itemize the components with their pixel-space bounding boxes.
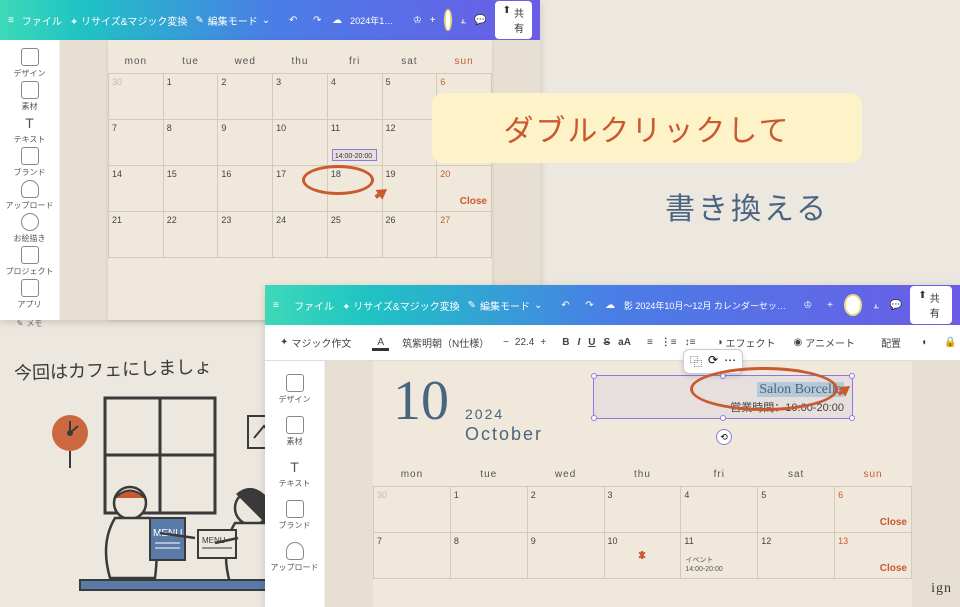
menu-icon[interactable]: ≡ xyxy=(273,300,286,311)
edit-mode[interactable]: 編集モード xyxy=(195,13,270,28)
calendar-area-1: montuewed thufrisat sun 30123456 7891011… xyxy=(60,40,540,320)
undo-icon[interactable]: ↶ xyxy=(286,15,300,26)
transparency[interactable]: ◐ xyxy=(922,337,928,348)
cal-month: October xyxy=(465,424,543,445)
cloud-icon[interactable]: ☁ xyxy=(604,300,615,311)
burst-icon xyxy=(633,551,651,569)
avatar[interactable] xyxy=(844,294,863,316)
case[interactable]: aA xyxy=(618,337,631,348)
magic-write[interactable]: ✦ マジック作文 xyxy=(275,332,356,353)
file-menu[interactable]: ファイル xyxy=(294,298,334,313)
lock[interactable]: 🔒 xyxy=(944,337,956,348)
align[interactable]: ≡ xyxy=(647,337,653,348)
plus-icon[interactable]: + xyxy=(430,15,436,26)
handwritten-caption: 今回はカフェにしましょ xyxy=(14,353,213,386)
list[interactable]: ⋮≡ xyxy=(661,337,677,348)
sidebar-2: デザイン 素材 Tテキスト ブランド アップロード xyxy=(265,361,325,607)
font-select[interactable]: 筑紫明朝（N仕様） xyxy=(397,332,487,353)
sidebar-design[interactable]: デザイン xyxy=(270,369,320,409)
menu-icon[interactable]: ≡ xyxy=(8,15,14,26)
sidebar-elements[interactable]: 素材 xyxy=(270,411,320,451)
sidebar: デザイン 素材 Tテキスト ブランド アップロード お絵描き プロジェクト アプ… xyxy=(0,40,60,320)
topbar: ≡ ファイル リサイズ&マジック変換 編集モード ↶ ↷ ☁ 2024年10月〜… xyxy=(0,0,540,40)
avatar[interactable] xyxy=(444,9,452,31)
instruction-bubble: ダブルクリックして xyxy=(432,93,862,163)
cal-month-num: 10 xyxy=(393,369,449,433)
cal-year: 2024 xyxy=(465,406,543,422)
floating-toolbar[interactable]: ⿻ ⟳ ⋯ xyxy=(683,349,743,374)
rotate-handle[interactable]: ⟲ xyxy=(716,429,732,445)
format-toolbar: ✦ マジック作文 A 筑紫明朝（N仕様） −22.4+ B I U S aA ≡… xyxy=(265,325,960,361)
more-icon[interactable]: ⋯ xyxy=(724,353,736,370)
sidebar-brand[interactable]: ブランド xyxy=(270,495,320,535)
redo-icon[interactable]: ↷ xyxy=(582,300,596,311)
underline[interactable]: U xyxy=(588,337,595,348)
cloud-icon[interactable]: ☁ xyxy=(332,15,342,26)
strike[interactable]: S xyxy=(603,337,610,348)
selected-text-box[interactable]: Salon Borcelle 営業時間：10:00-20:00 xyxy=(593,375,853,419)
italic[interactable]: I xyxy=(577,337,580,348)
sidebar-upload[interactable]: アップロード xyxy=(5,180,55,211)
canvas-2: ≡ ファイル リサイズ&マジック変換 編集モード ↶ ↷ ☁ 影 2024年10… xyxy=(265,285,960,607)
sidebar-text[interactable]: Tテキスト xyxy=(5,114,55,145)
sidebar-projects[interactable]: プロジェクト xyxy=(5,246,55,277)
crown-icon[interactable]: ♔ xyxy=(803,300,816,311)
animate[interactable]: ◉ アニメート xyxy=(789,332,861,353)
share-button[interactable]: ⬆共有 xyxy=(910,286,952,324)
crown-icon[interactable]: ♔ xyxy=(413,15,422,26)
plus-icon[interactable]: + xyxy=(824,300,835,311)
calendar-area-2: 10 2024 October Salon Borcelle 営業時間：10:0… xyxy=(325,361,960,607)
sidebar-draw[interactable]: お絵描き xyxy=(5,213,55,244)
bubble-text: ダブルクリックして xyxy=(503,106,790,150)
bold[interactable]: B xyxy=(562,337,569,348)
font-size[interactable]: −22.4+ xyxy=(503,337,546,348)
doc-title[interactable]: 2024年10月〜12月 カレンダーセット シンプ… xyxy=(350,14,397,27)
chat-icon[interactable]: 💬 xyxy=(474,15,486,26)
instruction-subtext: 書き換える xyxy=(665,184,829,228)
resize-button[interactable]: リサイズ&マジック変換 xyxy=(342,298,460,313)
edit-mode[interactable]: 編集モード xyxy=(468,298,543,313)
sidebar-note[interactable]: ✎ メモ xyxy=(5,318,55,329)
chat-icon[interactable]: 💬 xyxy=(890,300,902,311)
duplicate-icon[interactable]: ⟳ xyxy=(708,353,718,370)
resize-button[interactable]: リサイズ&マジック変換 xyxy=(70,13,188,28)
sidebar-text[interactable]: Tテキスト xyxy=(270,453,320,493)
font-color[interactable]: A xyxy=(372,334,389,351)
watermark: ign xyxy=(931,581,952,597)
sidebar-upload[interactable]: アップロード xyxy=(270,537,320,577)
file-menu[interactable]: ファイル xyxy=(22,13,62,28)
position[interactable]: 配置 xyxy=(876,332,906,353)
copy-icon[interactable]: ⿻ xyxy=(690,353,702,370)
spacing[interactable]: ↕≡ xyxy=(685,337,696,348)
redo-icon[interactable]: ↷ xyxy=(310,15,324,26)
share-button[interactable]: ⬆共有 xyxy=(495,1,532,39)
chart-icon[interactable]: ⫠ xyxy=(870,300,881,311)
sidebar-design[interactable]: デザイン xyxy=(5,48,55,79)
doc-title[interactable]: 影 2024年10月〜12月 カレンダーセット シンプ… xyxy=(624,299,788,312)
chart-icon[interactable]: ⫠ xyxy=(460,15,466,26)
sidebar-elements[interactable]: 素材 xyxy=(5,81,55,112)
topbar-2: ≡ ファイル リサイズ&マジック変換 編集モード ↶ ↷ ☁ 影 2024年10… xyxy=(265,285,960,325)
undo-icon[interactable]: ↶ xyxy=(558,300,572,311)
sidebar-apps[interactable]: アプリ xyxy=(5,279,55,310)
sidebar-brand[interactable]: ブランド xyxy=(5,147,55,178)
